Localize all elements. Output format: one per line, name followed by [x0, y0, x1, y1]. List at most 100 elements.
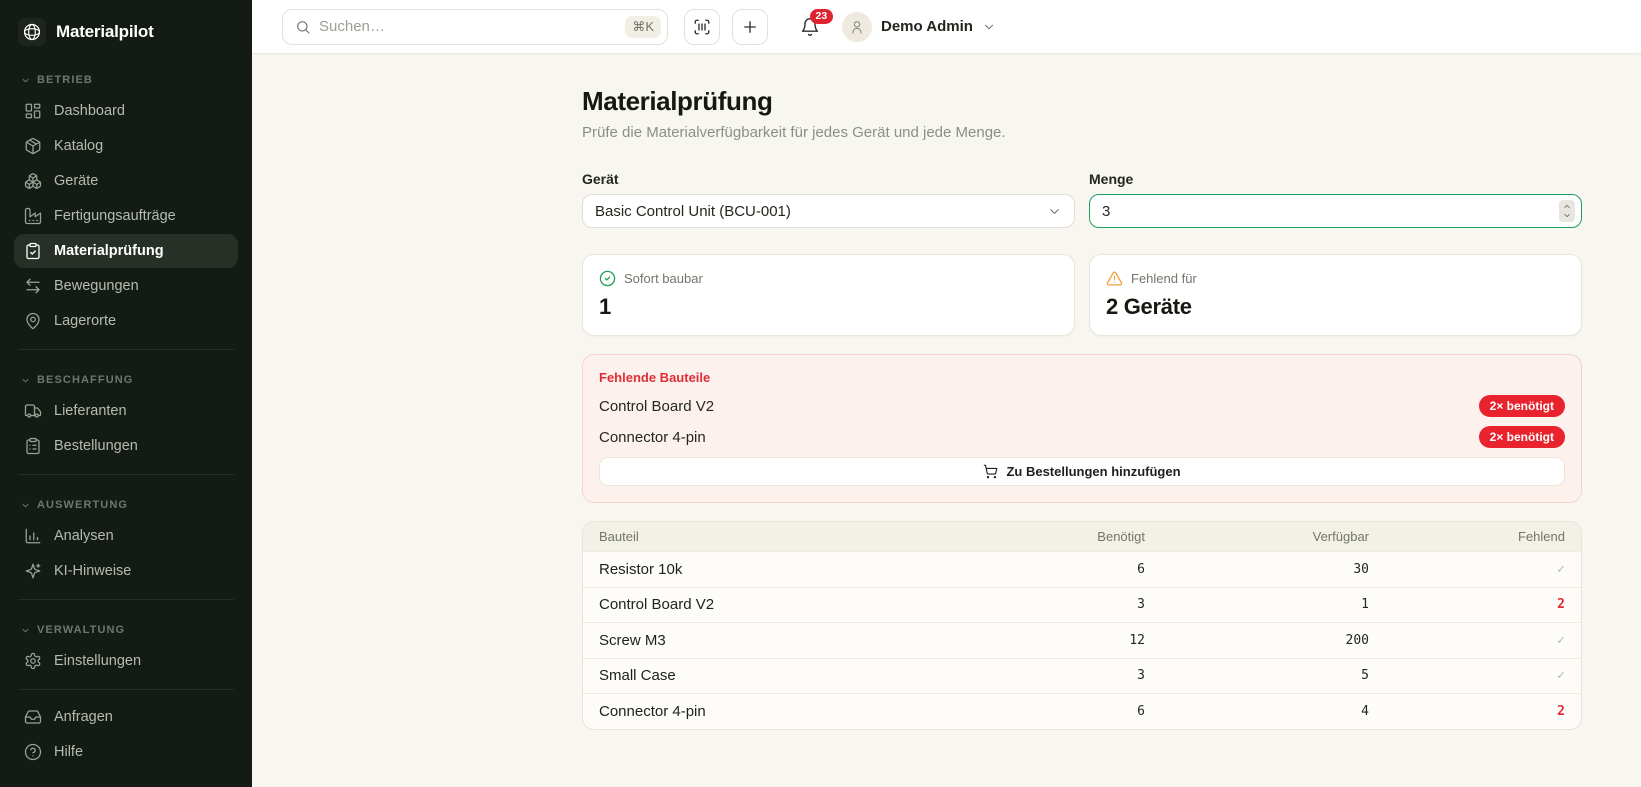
sidebar-item-analysen[interactable]: Analysen — [14, 519, 238, 553]
sidebar-item-label: Fertigungsaufträge — [54, 208, 176, 224]
map-pin-icon — [24, 312, 42, 330]
add-button[interactable] — [732, 9, 768, 45]
sidebar-item-bewegungen[interactable]: Bewegungen — [14, 269, 238, 303]
quantity-stepper[interactable] — [1559, 200, 1575, 222]
required-value: 3 — [975, 668, 1145, 683]
sidebar-item-label: KI-Hinweise — [54, 563, 131, 579]
sidebar-item-lieferanten[interactable]: Lieferanten — [14, 394, 238, 428]
col-header-verfuegbar: Verfügbar — [1145, 529, 1369, 544]
sidebar-divider — [18, 599, 234, 600]
chevron-down-icon — [20, 375, 31, 386]
sidebar-item-hilfe[interactable]: Hilfe — [14, 735, 238, 769]
search-icon — [295, 19, 311, 35]
app-logo[interactable]: Materialpilot — [14, 12, 238, 60]
sidebar-item-label: Bestellungen — [54, 438, 138, 454]
buildable-card-label: Sofort baubar — [624, 271, 703, 286]
sidebar-divider — [18, 474, 234, 475]
buildable-card: Sofort baubar 1 — [582, 254, 1075, 336]
section-label-beschaffung[interactable]: Beschaffung — [14, 360, 238, 394]
required-value: 3 — [975, 597, 1145, 612]
section-label-verwaltung[interactable]: Verwaltung — [14, 610, 238, 644]
available-value: 5 — [1145, 668, 1369, 683]
table-row: Resistor 10k 6 30 ✓ — [583, 551, 1581, 587]
notification-count-badge: 23 — [810, 9, 833, 25]
sidebar-item-katalog[interactable]: Katalog — [14, 129, 238, 163]
missing-value: 2 — [1369, 597, 1565, 612]
part-name: Connector 4-pin — [599, 703, 975, 720]
add-to-orders-button[interactable]: Zu Bestellungen hinzufügen — [599, 457, 1565, 486]
keyboard-shortcut-badge: ⌘K — [625, 16, 661, 38]
available-value: 30 — [1145, 562, 1369, 577]
sparkles-icon — [24, 562, 42, 580]
sidebar-item-label: Materialprüfung — [54, 243, 164, 259]
sidebar-item-fertigungsauftraege[interactable]: Fertigungsaufträge — [14, 199, 238, 233]
sidebar-item-geraete[interactable]: Geräte — [14, 164, 238, 198]
required-value: 6 — [975, 562, 1145, 577]
search-input[interactable] — [319, 18, 617, 35]
sidebar-item-label: Katalog — [54, 138, 103, 154]
help-circle-icon — [24, 743, 42, 761]
clipboard-list-icon — [24, 437, 42, 455]
table-row: Control Board V2 3 1 2 — [583, 587, 1581, 623]
notifications-button[interactable]: 23 — [800, 17, 820, 37]
section-label-auswertung[interactable]: Auswertung — [14, 485, 238, 519]
plus-icon — [741, 18, 759, 36]
part-name: Small Case — [599, 667, 975, 684]
avatar — [842, 12, 872, 42]
content-area: Materialprüfung Prüfe die Materialverfüg… — [252, 54, 1641, 787]
page-title: Materialprüfung — [582, 86, 1582, 117]
sphere-logo-icon — [18, 18, 46, 46]
sidebar-item-materialpruefung[interactable]: Materialprüfung — [14, 234, 238, 268]
add-to-orders-label: Zu Bestellungen hinzufügen — [1006, 464, 1180, 479]
sidebar-item-label: Lieferanten — [54, 403, 127, 419]
col-header-benoetigt: Benötigt — [975, 529, 1145, 544]
arrows-left-right-icon — [24, 277, 42, 295]
parts-table: Bauteil Benötigt Verfügbar Fehlend Resis… — [582, 521, 1582, 730]
sidebar-item-anfragen[interactable]: Anfragen — [14, 700, 238, 734]
sidebar-item-label: Bewegungen — [54, 278, 139, 294]
gear-icon — [24, 652, 42, 670]
clipboard-check-icon — [24, 242, 42, 260]
quantity-input[interactable] — [1089, 194, 1582, 228]
missing-value: ✓ — [1369, 668, 1565, 683]
sidebar-item-einstellungen[interactable]: Einstellungen — [14, 644, 238, 678]
sidebar-item-dashboard[interactable]: Dashboard — [14, 94, 238, 128]
user-icon — [849, 19, 865, 35]
quantity-label: Menge — [1089, 171, 1582, 187]
buildable-card-value: 1 — [599, 294, 1058, 320]
topbar: ⌘K 23 Demo Admin — [252, 0, 1641, 54]
sidebar-item-label: Einstellungen — [54, 653, 141, 669]
device-select[interactable]: Basic Control Unit (BCU-001) — [582, 194, 1075, 228]
missing-value: ✓ — [1369, 562, 1565, 577]
available-value: 1 — [1145, 597, 1369, 612]
chevron-down-icon — [982, 20, 996, 34]
missing-value: ✓ — [1369, 633, 1565, 648]
user-menu[interactable]: Demo Admin — [842, 12, 996, 42]
sidebar: Materialpilot Betrieb Dashboard Katalog … — [0, 0, 252, 787]
chevron-down-icon — [1562, 211, 1572, 220]
alert-title: Fehlende Bauteile — [599, 370, 1565, 385]
chevron-down-icon — [20, 75, 31, 86]
alert-item: Control Board V2 2× benötigt — [599, 395, 1565, 417]
search-box[interactable]: ⌘K — [282, 9, 668, 45]
table-header-row: Bauteil Benötigt Verfügbar Fehlend — [583, 522, 1581, 551]
sidebar-item-bestellungen[interactable]: Bestellungen — [14, 429, 238, 463]
table-row: Connector 4-pin 6 4 2 — [583, 693, 1581, 729]
scan-barcode-button[interactable] — [684, 9, 720, 45]
part-name: Control Board V2 — [599, 596, 975, 613]
section-label-betrieb[interactable]: Betrieb — [14, 60, 238, 94]
user-name: Demo Admin — [881, 18, 973, 35]
chevron-up-icon — [1562, 202, 1572, 211]
col-header-fehlend: Fehlend — [1369, 529, 1565, 544]
sidebar-item-lagerorte[interactable]: Lagerorte — [14, 304, 238, 338]
available-value: 4 — [1145, 704, 1369, 719]
required-value: 12 — [975, 633, 1145, 648]
page-subtitle: Prüfe die Materialverfügbarkeit für jede… — [582, 124, 1582, 141]
needed-badge: 2× benötigt — [1479, 395, 1565, 417]
sidebar-item-ki-hinweise[interactable]: KI-Hinweise — [14, 554, 238, 588]
sidebar-divider — [18, 349, 234, 350]
part-name: Resistor 10k — [599, 561, 975, 578]
package-icon — [24, 137, 42, 155]
sidebar-item-label: Analysen — [54, 528, 114, 544]
table-row: Small Case 3 5 ✓ — [583, 658, 1581, 694]
